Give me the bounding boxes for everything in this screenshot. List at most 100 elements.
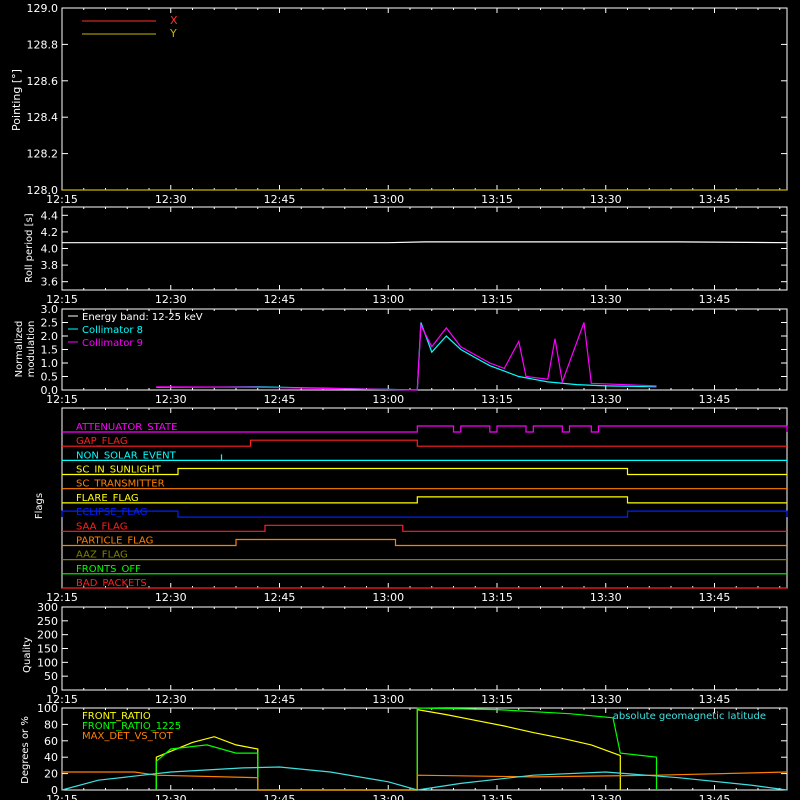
panel-flags: Flags [34,493,45,519]
y-tick-label: 250 [37,615,58,628]
panel-quality: Quality [22,637,33,673]
chart-marks: 12:15 12:30 12:45 13:00 13:15 13:30 13:45128.0… [27,2,788,800]
y-tick-label: 0 [51,784,58,797]
ylabel-quality: Quality [22,637,33,673]
y-tick-label: 80 [44,718,58,731]
panel-ratios: Degrees or % FRONT_RATIO FRONT_RATIO_122… [20,711,766,784]
plot-frame-roll [61,206,788,291]
y-tick-label: 3.6 [41,276,59,289]
flag-line-eclipse_flag [61,510,788,518]
flag-line-saa_flag [62,524,787,532]
y-tick-label: 128.8 [27,38,59,51]
y-tick-label: 129.0 [27,2,59,15]
y-tick-label: 128.4 [27,111,59,124]
x-tick-label: 13:30 [590,293,622,306]
ylabel-flags: Flags [34,493,45,519]
x-tick-label: 12:45 [264,793,296,800]
x-tick-label: 12:45 [264,591,296,604]
x-tick-label: 13:45 [699,591,731,604]
legend-pointing: X Y [82,14,178,40]
x-tick-label: 12:45 [264,693,296,706]
plot-flags: 12:15 12:30 12:45 13:00 13:15 13:30 13:45ATTEN… [46,407,788,604]
x-tick-label: 12:30 [155,193,187,206]
x-tick-label: 13:45 [699,393,731,406]
flag-line-sc_in_sunlight [62,467,787,476]
legend-modulation: Energy band: 12-25 keV Collimator 8 Coll… [68,312,203,349]
ylabel-pointing: Pointing [°] [10,69,23,131]
flag-label-eclipse_flag: ECLIPSE_FLAG [76,507,147,518]
flag-line-particle_flag [62,538,787,547]
legend-label-y: Y [169,27,177,40]
y-tick-label: 4.4 [41,209,59,222]
x-tick-label: 12:30 [155,293,187,306]
flag-line-flare_flag [62,496,787,504]
x-tick-label: 12:30 [155,793,187,800]
x-tick-label: 13:15 [481,393,513,406]
x-tick-label: 13:15 [481,693,513,706]
y-tick-label: 0 [51,684,58,697]
x-tick-label: 13:00 [372,293,404,306]
ylabel-modulation-line1: Normalized [14,321,25,378]
x-tick-label: 13:30 [590,693,622,706]
flag-label-sc_transmitter: SC_TRANSMITTER [76,479,165,490]
y-tick-label: 1.5 [41,344,59,357]
x-tick-label: 12:45 [264,393,296,406]
x-tick-label: 13:00 [372,693,404,706]
plot-pointing: 12:15 12:30 12:45 13:00 13:15 13:30 13:45128.0… [27,2,788,206]
flag-label-flare_flag: FLARE_FLAG [76,493,139,504]
y-tick-label: 2.5 [41,317,59,330]
x-tick-label: 12:30 [155,393,187,406]
flag-label-gap_flag: GAP_FLAG [76,436,128,447]
x-tick-label: 13:30 [590,393,622,406]
y-tick-label: 128.2 [27,148,59,161]
series-line-roll-0 [62,241,788,244]
x-tick-label: 13:45 [699,793,731,800]
plot-roll: 12:15 12:30 12:45 13:00 13:15 13:30 13:453.63.… [41,206,788,306]
y-tick-label: 0.0 [41,384,59,397]
x-tick-label: 13:15 [481,293,513,306]
x-tick-label: 12:30 [155,591,187,604]
flag-label-non_solar_event: NON_SOLAR_EVENT [76,450,177,461]
y-tick-label: 200 [37,629,58,642]
plot-quality: 12:15 12:30 12:45 13:00 13:15 13:30 13:4505010… [37,601,788,706]
flag-label-aaz_flag: AAZ_FLAG [76,550,128,561]
legend-label-x: X [170,14,178,27]
flag-label-fronts_off: FRONTS_OFF [76,564,141,575]
y-tick-label: 20 [44,768,58,781]
ylabel-roll: Roll period [s] [24,213,35,282]
x-tick-label: 13:00 [372,193,404,206]
series-line-modulation-0 [156,322,657,391]
y-tick-label: 40 [44,751,58,764]
y-tick-label: 4.0 [41,243,59,256]
plot-frame-flags [61,407,788,589]
flag-label-saa_flag: SAA_FLAG [76,521,127,532]
x-tick-label: 13:30 [590,793,622,800]
legend-collimator-9: Collimator 9 [82,338,143,349]
y-tick-label: 2.0 [41,330,59,343]
legend-collimator-8: Collimator 8 [82,325,143,336]
x-tick-label: 12:45 [264,193,296,206]
legend-ratios: FRONT_RATIO FRONT_RATIO_1225 MAX_DET_VS_… [82,711,766,742]
ylabel-ratios: Degrees or % [20,716,31,784]
ylabel-modulation-line2: modulation [26,321,37,378]
y-tick-label: 1.0 [41,357,59,370]
x-tick-label: 13:00 [372,393,404,406]
x-tick-label: 12:45 [264,293,296,306]
legend-energy-band: Energy band: 12-25 keV [82,312,203,323]
x-tick-label: 13:30 [590,591,622,604]
x-tick-label: 13:00 [372,591,404,604]
y-tick-label: 3.0 [41,303,59,316]
panel-roll: Roll period [s] [24,213,35,282]
plot-frame-quality [61,606,788,691]
y-tick-label: 3.8 [41,259,59,272]
y-tick-label: 4.2 [41,226,59,239]
y-tick-label: 300 [37,601,58,614]
x-tick-label: 13:00 [372,793,404,800]
flag-label-sc_in_sunlight: SC_IN_SUNLIGHT [76,465,162,476]
x-tick-label: 13:45 [699,693,731,706]
legend-geomag-lat: absolute geomagnetic latitude [613,711,766,722]
y-tick-label: 60 [44,735,58,748]
x-tick-label: 13:15 [481,591,513,604]
flag-label-particle_flag: PARTICLE_FLAG [76,535,153,546]
y-tick-label: 128.0 [27,184,59,197]
